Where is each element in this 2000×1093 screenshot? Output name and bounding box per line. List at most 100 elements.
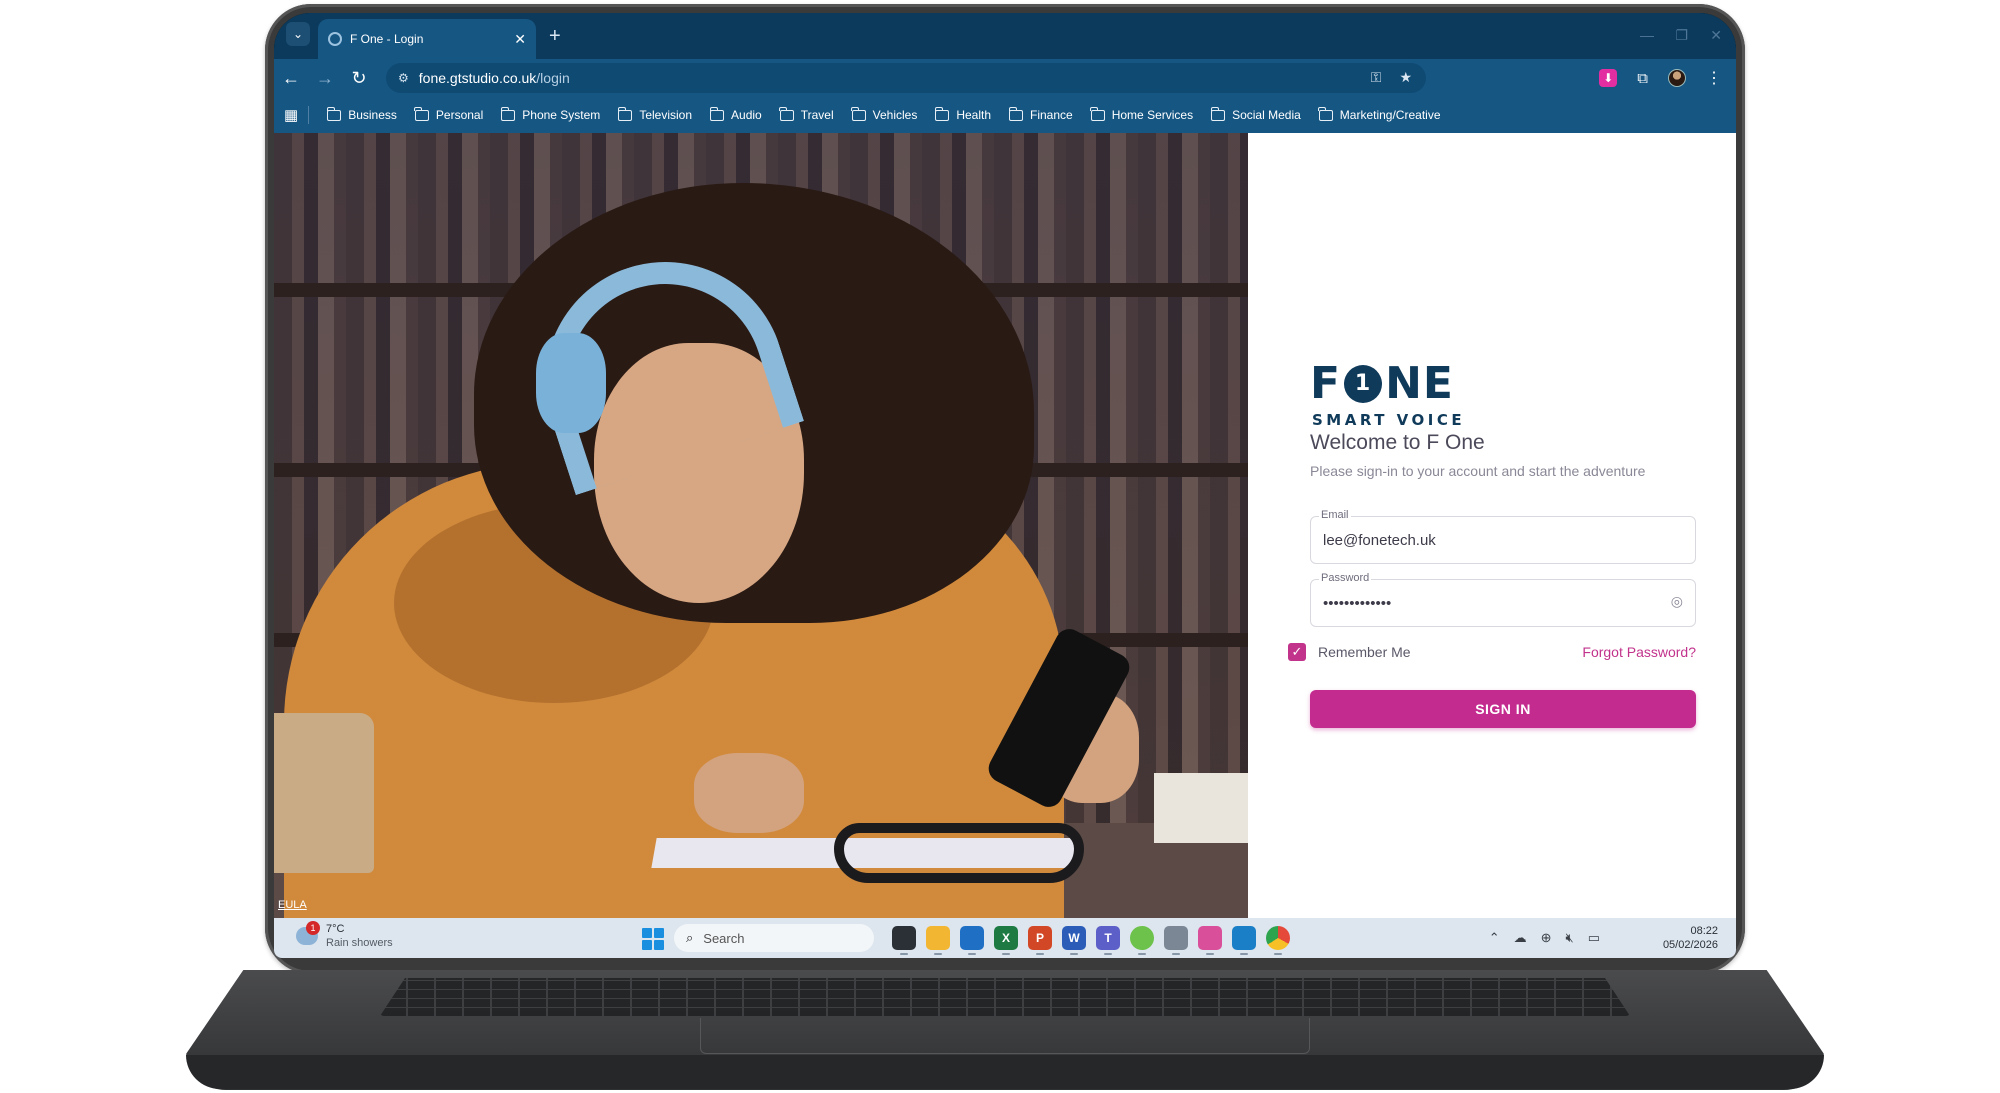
extensions-puzzle-icon[interactable]: ⧉: [1637, 70, 1648, 87]
weather-widget[interactable]: 1 7°C Rain showers: [296, 921, 393, 950]
folder-icon: [1210, 106, 1226, 121]
forgot-password-link[interactable]: Forgot Password?: [1582, 644, 1696, 660]
bookmark-label: Vehicles: [872, 108, 918, 122]
weather-desc: Rain showers: [326, 937, 393, 949]
close-icon[interactable]: ✕: [514, 31, 526, 48]
eye-off-icon[interactable]: ◎: [1671, 593, 1683, 610]
apps-grid-icon[interactable]: ▦: [284, 106, 310, 124]
bookmark-home-services[interactable]: Home Services: [1090, 106, 1194, 122]
maximize-icon[interactable]: ❐: [1675, 27, 1688, 44]
teams-icon[interactable]: T: [1096, 926, 1120, 955]
onedrive-cloud-icon[interactable]: ☁: [1514, 930, 1527, 946]
logo-o-badge: 1: [1344, 364, 1383, 403]
bookmark-television[interactable]: Television: [617, 106, 693, 122]
bookmark-label: Finance: [1030, 108, 1073, 122]
phone-app-icon[interactable]: [1232, 926, 1256, 955]
bookmark-vehicles[interactable]: Vehicles: [851, 106, 918, 122]
kebab-menu-icon[interactable]: ⋮: [1706, 68, 1722, 88]
address-bar[interactable]: ⚙ fone.gtstudio.co.uk/login ⚿ ★: [386, 63, 1426, 93]
profile-avatar[interactable]: [1668, 69, 1686, 87]
bookmark-label: Phone System: [522, 108, 601, 122]
folder-icon: [1090, 106, 1105, 121]
password-label: Password: [1319, 572, 1372, 584]
password-key-icon[interactable]: ⚿: [1371, 69, 1382, 86]
bookmark-label: Home Services: [1111, 108, 1194, 122]
site-info-icon[interactable]: ⚙: [398, 71, 409, 85]
eyeglasses: [834, 823, 1084, 883]
chevron-down-icon: ⌄: [292, 27, 304, 41]
outlook-icon[interactable]: [960, 926, 984, 955]
login-page: EULA F 1 NE SMART VOICE Welcome to F One P…: [274, 133, 1736, 918]
back-button[interactable]: ←: [274, 68, 308, 89]
cloud-app-icon[interactable]: [1130, 926, 1154, 955]
laptop-screen: ⌄ F One - Login ✕ + — ❐ ✕ ← → ↻ ⚙ fone.g…: [274, 13, 1736, 958]
bookmark-label: Health: [956, 108, 992, 122]
bookmark-phone-system[interactable]: Phone System: [500, 106, 601, 122]
system-clock[interactable]: 08:22 05/02/2026: [1663, 924, 1718, 952]
stacked-books: [1154, 773, 1248, 843]
bookmark-social-media[interactable]: Social Media: [1210, 106, 1301, 122]
new-tab-button[interactable]: +: [549, 25, 561, 48]
task-view-icon[interactable]: [892, 926, 916, 955]
omnibox-actions: ⚿ ★: [1371, 69, 1412, 86]
bookmark-label: Social Media: [1232, 108, 1301, 122]
sign-in-button[interactable]: SIGN IN: [1310, 690, 1696, 728]
bookmark-finance[interactable]: Finance: [1008, 106, 1073, 122]
bookmark-label: Television: [639, 108, 693, 122]
bookmark-health[interactable]: Health: [934, 106, 992, 122]
remember-me-checkbox[interactable]: ✓: [1288, 643, 1306, 661]
tab-strip: ⌄ F One - Login ✕ + — ❐ ✕: [274, 13, 1736, 59]
download-extension-icon[interactable]: ⬇: [1599, 69, 1618, 87]
windows-start-icon[interactable]: [642, 928, 664, 950]
eula-link[interactable]: EULA: [278, 899, 307, 911]
excel-icon[interactable]: X: [994, 926, 1018, 955]
folder-icon: [326, 106, 342, 121]
logo-letters: NE: [1385, 358, 1454, 409]
email-field[interactable]: Email lee@fonetech.uk: [1310, 509, 1696, 564]
snipping-tool-icon[interactable]: [1198, 926, 1222, 955]
globe-icon[interactable]: ⊕: [1541, 930, 1552, 946]
word-icon[interactable]: W: [1062, 926, 1086, 955]
bookmark-audio[interactable]: Audio: [709, 106, 762, 122]
battery-icon[interactable]: ▭: [1588, 930, 1600, 946]
taskbar-search[interactable]: ⌕ Search: [674, 924, 874, 952]
url-domain: fone.gtstudio.co.uk: [418, 70, 537, 86]
chevron-up-icon[interactable]: ⌃: [1489, 930, 1500, 946]
calculator-icon[interactable]: [1164, 926, 1188, 955]
rain-cloud-icon: 1: [296, 921, 320, 945]
powerpoint-icon[interactable]: P: [1028, 926, 1052, 955]
bookmark-label: Business: [348, 108, 397, 122]
laptop-trackpad: [700, 1018, 1310, 1054]
clock-time: 08:22: [1690, 925, 1718, 937]
bookmark-personal[interactable]: Personal: [414, 106, 483, 122]
bookmark-travel[interactable]: Travel: [779, 106, 834, 122]
cup: [274, 713, 374, 873]
remember-me-label: Remember Me: [1318, 644, 1411, 660]
headphone-earcup: [536, 333, 606, 433]
reload-button[interactable]: ↻: [342, 68, 376, 89]
welcome-tagline: Please sign-in to your account and start…: [1310, 463, 1646, 479]
chrome-icon[interactable]: [1266, 926, 1290, 955]
url-text: fone.gtstudio.co.uk/login: [419, 70, 570, 86]
folder-icon: [779, 106, 794, 121]
logo-letter: F: [1310, 358, 1342, 409]
tab-active[interactable]: F One - Login ✕: [318, 19, 536, 59]
close-window-icon[interactable]: ✕: [1710, 27, 1722, 44]
laptop-mockup: ⌄ F One - Login ✕ + — ❐ ✕ ← → ↻ ⚙ fone.g…: [0, 0, 2000, 1093]
password-field[interactable]: Password ••••••••••••• ◎: [1310, 572, 1696, 627]
bookmark-business[interactable]: Business: [326, 106, 397, 122]
email-value: lee@fonetech.uk: [1323, 532, 1436, 549]
search-icon: ⌕: [686, 930, 694, 945]
minimize-icon[interactable]: —: [1640, 27, 1654, 43]
browser-toolbar: ← → ↻ ⚙ fone.gtstudio.co.uk/login ⚿ ★ ⬇ …: [274, 59, 1736, 97]
bookmark-marketing-creative[interactable]: Marketing/Creative: [1318, 106, 1441, 122]
forward-button[interactable]: →: [308, 68, 342, 89]
browser-window: ⌄ F One - Login ✕ + — ❐ ✕ ← → ↻ ⚙ fone.g…: [274, 13, 1736, 918]
system-tray: ⌃ ☁ ⊕ 🔇︎ ▭: [1489, 930, 1600, 946]
bookmark-star-icon[interactable]: ★: [1399, 69, 1412, 86]
remember-me[interactable]: ✓ Remember Me: [1288, 643, 1411, 661]
file-explorer-icon[interactable]: [926, 926, 950, 955]
bookmark-label: Travel: [800, 108, 834, 122]
tab-search-button[interactable]: ⌄: [286, 22, 310, 46]
volume-muted-icon[interactable]: 🔇︎: [1566, 930, 1574, 946]
